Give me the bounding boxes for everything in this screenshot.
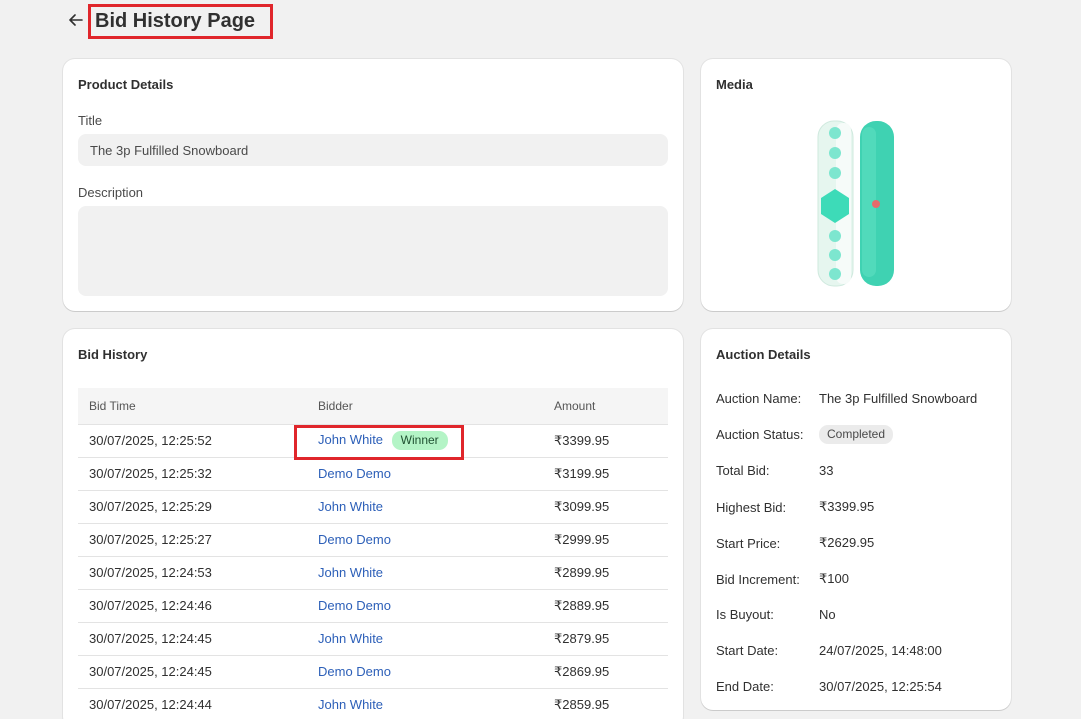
bidder-cell: Demo Demo xyxy=(307,589,543,623)
auction-name-value: The 3p Fulfilled Snowboard xyxy=(819,391,978,406)
product-details-card: Product Details Title The 3p Fulfilled S… xyxy=(63,59,683,311)
bidder-link[interactable]: John White xyxy=(318,499,383,514)
amount-cell: ₹2859.95 xyxy=(543,688,668,719)
bidder-link[interactable]: Demo Demo xyxy=(318,664,391,679)
snowboard-product-image[interactable] xyxy=(816,119,896,289)
bid-time-cell: 30/07/2025, 12:24:46 xyxy=(78,589,307,623)
bidder-link[interactable]: Demo Demo xyxy=(318,532,391,547)
detail-row-auction-name: Auction Name: The 3p Fulfilled Snowboard xyxy=(716,391,977,406)
total-bid-value: 33 xyxy=(819,463,834,478)
detail-row-start-date: Start Date: 24/07/2025, 14:48:00 xyxy=(716,643,942,658)
title-label: Title xyxy=(78,113,103,128)
media-card: Media xyxy=(701,59,1011,311)
amount-cell: ₹3399.95 xyxy=(543,424,668,458)
column-header-bidder: Bidder xyxy=(307,388,543,425)
bidder-link[interactable]: John White xyxy=(318,565,383,580)
table-row: 30/07/2025, 12:24:44 John White ₹2859.95 xyxy=(78,688,668,719)
table-header-row: Bid Time Bidder Amount xyxy=(78,388,668,425)
is-buyout-label: Is Buyout: xyxy=(716,607,774,622)
amount-cell: ₹2869.95 xyxy=(543,655,668,689)
total-bid-label: Total Bid: xyxy=(716,463,770,478)
bidder-link[interactable]: Demo Demo xyxy=(318,466,391,481)
bid-time-cell: 30/07/2025, 12:25:27 xyxy=(78,523,307,557)
detail-row-end-date: End Date: 30/07/2025, 12:25:54 xyxy=(716,679,942,694)
bidder-link[interactable]: Demo Demo xyxy=(318,598,391,613)
bidder-cell: John White Winner xyxy=(294,424,543,460)
product-details-heading: Product Details xyxy=(78,77,174,92)
bidder-link[interactable]: John White xyxy=(318,432,383,447)
detail-row-bid-increment: Bid Increment: ₹100 xyxy=(716,571,849,587)
bidder-cell: Demo Demo xyxy=(307,523,543,557)
amount-cell: ₹2899.95 xyxy=(543,556,668,590)
table-row: 30/07/2025, 12:25:27 Demo Demo ₹2999.95 xyxy=(78,523,668,557)
bidder-cell: Demo Demo xyxy=(307,457,543,491)
table-row: 30/07/2025, 12:25:52 John White Winner ₹… xyxy=(78,424,668,460)
detail-row-highest-bid: Highest Bid: ₹3399.95 xyxy=(716,499,874,515)
amount-cell: ₹2879.95 xyxy=(543,622,668,656)
table-row: 30/07/2025, 12:24:46 Demo Demo ₹2889.95 xyxy=(78,589,668,623)
start-date-label: Start Date: xyxy=(716,643,779,658)
bidder-cell: John White xyxy=(307,556,543,590)
bidder-cell: John White xyxy=(307,622,543,656)
end-date-label: End Date: xyxy=(716,679,774,694)
column-header-bid-time: Bid Time xyxy=(78,388,307,425)
table-row: 30/07/2025, 12:24:45 Demo Demo ₹2869.95 xyxy=(78,655,668,689)
auction-name-label: Auction Name: xyxy=(716,391,802,406)
highest-bid-value: ₹3399.95 xyxy=(819,499,875,514)
table-row: 30/07/2025, 12:24:45 John White ₹2879.95 xyxy=(78,622,668,656)
detail-row-auction-status: Auction Status: Completed xyxy=(716,425,894,444)
bid-history-table: Bid Time Bidder Amount 30/07/2025, 12:25… xyxy=(78,388,668,719)
table-row: 30/07/2025, 12:24:53 John White ₹2899.95 xyxy=(78,556,668,590)
bid-increment-label: Bid Increment: xyxy=(716,571,800,587)
start-date-value: 24/07/2025, 14:48:00 xyxy=(819,643,942,658)
auction-details-card: Auction Details Auction Name: The 3p Ful… xyxy=(701,329,1011,710)
bid-time-cell: 30/07/2025, 12:24:53 xyxy=(78,556,307,590)
bidder-cell: Demo Demo xyxy=(307,655,543,689)
description-label: Description xyxy=(78,185,144,200)
bid-time-cell: 30/07/2025, 12:25:52 xyxy=(78,424,307,458)
amount-cell: ₹2889.95 xyxy=(543,589,668,623)
bidder-link[interactable]: John White xyxy=(318,631,383,646)
highest-bid-label: Highest Bid: xyxy=(716,499,787,515)
detail-row-total-bid: Total Bid: 33 xyxy=(716,463,833,478)
amount-cell: ₹3199.95 xyxy=(543,457,668,491)
start-price-value: ₹2629.95 xyxy=(819,535,875,550)
status-badge: Completed xyxy=(819,425,894,444)
detail-row-is-buyout: Is Buyout: No xyxy=(716,607,836,622)
bidder-cell: John White xyxy=(307,688,543,719)
bid-time-cell: 30/07/2025, 12:24:45 xyxy=(78,655,307,689)
end-date-value: 30/07/2025, 12:25:54 xyxy=(819,679,942,694)
winner-badge: Winner xyxy=(391,431,448,450)
bid-time-cell: 30/07/2025, 12:24:45 xyxy=(78,622,307,656)
bid-increment-value: ₹100 xyxy=(819,571,849,586)
table-row: 30/07/2025, 12:25:32 Demo Demo ₹3199.95 xyxy=(78,457,668,491)
bid-history-card: Bid History Bid Time Bidder Amount 30/07… xyxy=(63,329,683,719)
amount-cell: ₹3099.95 xyxy=(543,490,668,524)
bid-time-cell: 30/07/2025, 12:25:29 xyxy=(78,490,307,524)
start-price-label: Start Price: xyxy=(716,535,781,551)
page-title: Bid History Page xyxy=(88,4,273,39)
column-header-amount: Amount xyxy=(543,388,668,425)
auction-details-heading: Auction Details xyxy=(716,347,811,362)
table-row: 30/07/2025, 12:25:29 John White ₹3099.95 xyxy=(78,490,668,524)
bidder-link[interactable]: John White xyxy=(318,697,383,712)
bid-time-cell: 30/07/2025, 12:25:32 xyxy=(78,457,307,491)
is-buyout-value: No xyxy=(819,607,836,622)
bid-history-heading: Bid History xyxy=(78,347,148,362)
bid-time-cell: 30/07/2025, 12:24:44 xyxy=(78,688,307,719)
amount-cell: ₹2999.95 xyxy=(543,523,668,557)
bidder-cell: John White xyxy=(307,490,543,524)
back-arrow-icon[interactable] xyxy=(66,10,86,30)
auction-status-label: Auction Status: xyxy=(716,427,804,442)
description-field[interactable] xyxy=(78,206,668,296)
title-field[interactable]: The 3p Fulfilled Snowboard xyxy=(78,134,668,166)
detail-row-start-price: Start Price: ₹2629.95 xyxy=(716,535,874,551)
media-heading: Media xyxy=(716,77,753,92)
